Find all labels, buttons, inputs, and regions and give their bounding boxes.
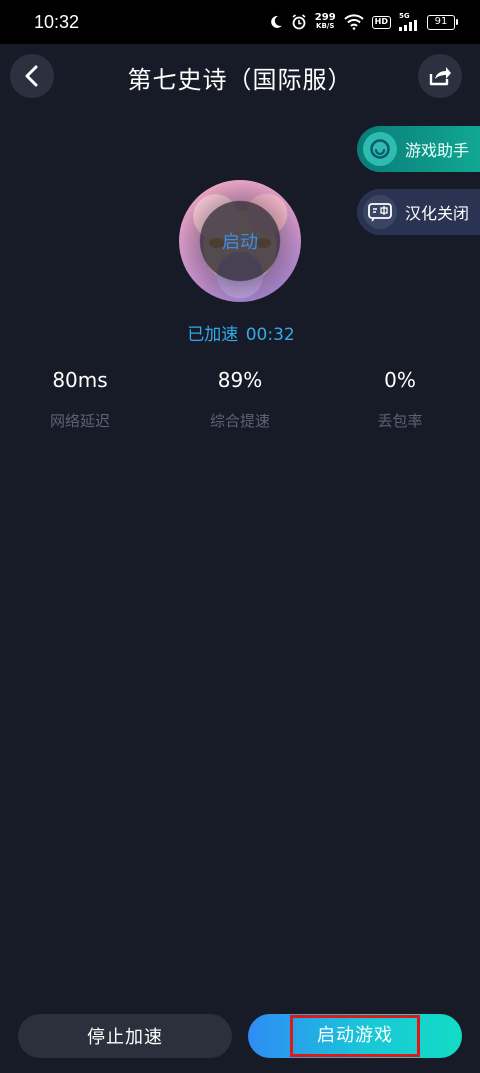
boost-status: 已加速 00:32 (0, 320, 480, 345)
translation-toggle-label: 汉化关闭 (405, 204, 470, 223)
share-icon (429, 67, 451, 86)
status-time: 10:32 (34, 11, 80, 32)
avatar-launch-label: 启动 (222, 232, 258, 253)
stat-value: 80ms (52, 368, 108, 392)
header: 第七史诗（国际服） (0, 44, 480, 110)
app-screen: 10:32 299 KB/S HD 5G 91 第七史诗（国际服） 游戏助手 汉… (0, 0, 480, 1073)
stat-value: 89% (217, 368, 263, 392)
boost-status-label: 已加速 (187, 325, 239, 345)
stat-latency: 80ms 网络延迟 (20, 368, 140, 431)
assistant-icon (363, 132, 397, 166)
stat-value: 0% (384, 368, 416, 392)
wifi-icon (343, 14, 364, 30)
game-avatar[interactable]: 启动 (179, 180, 301, 302)
net-speed: 299 KB/S (314, 12, 336, 31)
signal-icon: 5G (399, 13, 419, 31)
translation-toggle-button[interactable]: 汉化关闭 (357, 189, 480, 235)
launch-game-label: 启动游戏 (290, 1015, 420, 1057)
game-assistant-label: 游戏助手 (405, 141, 470, 160)
status-bar: 10:32 299 KB/S HD 5G 91 (0, 0, 480, 44)
alarm-icon (291, 14, 307, 30)
share-button[interactable] (418, 54, 462, 98)
launch-game-button[interactable]: 启动游戏 (248, 1014, 462, 1058)
stat-speedup: 89% 综合提速 (180, 368, 300, 431)
stat-label: 网络延迟 (49, 412, 110, 430)
battery-icon: 91 (427, 14, 458, 30)
status-icons: 299 KB/S HD 5G 91 (269, 13, 458, 31)
moon-icon (269, 15, 283, 29)
boost-timer: 00:32 (245, 325, 295, 345)
hd-badge: HD (371, 15, 391, 29)
stat-label: 综合提速 (209, 412, 270, 430)
stats-row: 80ms 网络延迟 89% 综合提速 0% 丢包率 (0, 368, 480, 448)
stop-boost-button[interactable]: 停止加速 (18, 1014, 232, 1058)
stat-label: 丢包率 (377, 412, 423, 430)
page-title: 第七史诗（国际服） (127, 66, 353, 94)
game-assistant-button[interactable]: 游戏助手 (357, 126, 480, 172)
translate-icon (363, 195, 397, 229)
stat-packet-loss: 0% 丢包率 (340, 368, 460, 431)
